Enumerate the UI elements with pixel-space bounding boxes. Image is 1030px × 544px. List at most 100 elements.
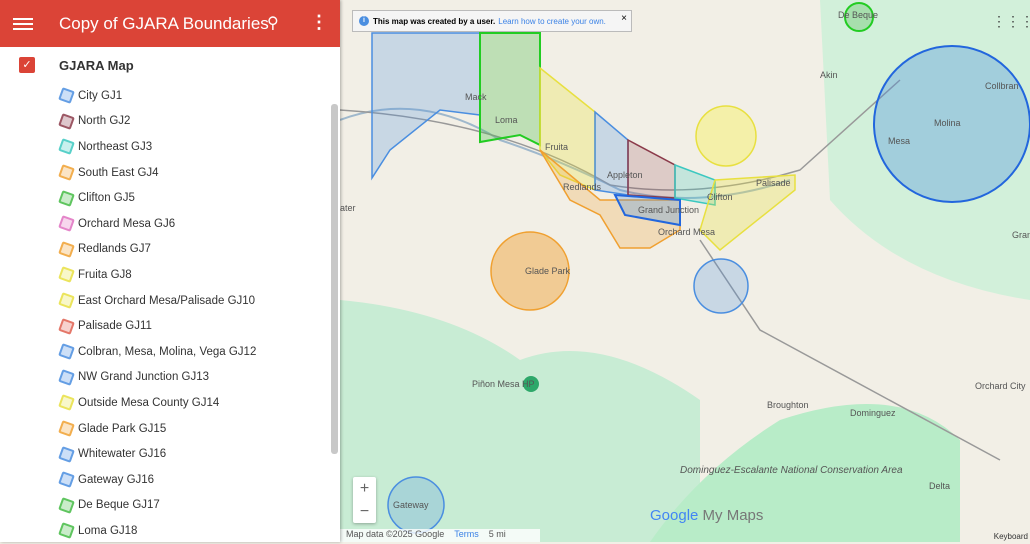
- place-label: Orchard Mesa: [658, 227, 715, 237]
- list-item-label: Gateway GJ16: [78, 473, 155, 486]
- keyboard-shortcuts-link[interactable]: Keyboard: [994, 532, 1028, 541]
- polygon-icon: [58, 266, 75, 284]
- google-logo: Google: [650, 507, 699, 524]
- list-item[interactable]: City GJ1: [0, 83, 340, 109]
- info-icon: i: [359, 16, 369, 26]
- place-label: De Beque: [838, 10, 878, 20]
- list-item[interactable]: De Beque GJ17: [0, 493, 340, 519]
- list-item-label: Fruita GJ8: [78, 268, 132, 281]
- scrollbar[interactable]: [331, 104, 338, 454]
- polygon-icon: [58, 292, 75, 309]
- polygon-icon: [58, 496, 75, 514]
- polygon-icon: [58, 343, 75, 361]
- list-item-label: Palisade GJ11: [78, 320, 152, 333]
- list-item[interactable]: Gateway GJ16: [0, 467, 340, 493]
- layer-checkbox[interactable]: ✓: [19, 57, 35, 73]
- place-label: Broughton: [767, 400, 809, 410]
- list-item[interactable]: Whitewater GJ16: [0, 441, 340, 467]
- polygon-icon: [58, 420, 75, 437]
- list-item[interactable]: Redlands GJ7: [0, 237, 340, 263]
- polygon-icon: [58, 113, 75, 130]
- place-label: Orchard City: [975, 381, 1026, 391]
- map-canvas[interactable]: De Beque Akin Mack Loma Fruita Redlands Applet…: [340, 0, 1030, 542]
- place-label: Collbran: [985, 81, 1019, 91]
- list-item-label: Glade Park GJ15: [78, 422, 167, 435]
- region-outside-mesa[interactable]: [695, 105, 757, 167]
- map-data-attribution: Map data ©2025 Google: [346, 529, 445, 539]
- layer-row: ✓ GJARA Map: [0, 47, 340, 83]
- place-label: Grand Junction: [638, 205, 699, 215]
- list-item[interactable]: South East GJ4: [0, 160, 340, 186]
- place-label: Palisade: [756, 178, 791, 188]
- list-item-label: Loma GJ18: [78, 524, 138, 537]
- notice-text: This map was created by a user.: [373, 16, 496, 26]
- terms-link[interactable]: Terms: [454, 529, 479, 542]
- polygon-icon: [58, 189, 75, 207]
- place-label: Glade Park: [525, 266, 571, 276]
- list-item[interactable]: Outside Mesa County GJ14: [0, 390, 340, 416]
- list-item[interactable]: North GJ2: [0, 109, 340, 135]
- list-item[interactable]: Clifton GJ5: [0, 185, 340, 211]
- place-label: ater: [340, 203, 356, 213]
- list-item-label: Redlands GJ7: [78, 243, 151, 256]
- scale-label: 5 mi: [488, 529, 506, 539]
- list-item-label: Outside Mesa County GJ14: [78, 396, 220, 409]
- region-loma[interactable]: [479, 32, 541, 147]
- zoom-in-button[interactable]: +: [353, 477, 376, 500]
- close-icon[interactable]: ×: [621, 13, 627, 24]
- attribution-bar: Map data ©2025 Google Terms 5 mi: [340, 529, 540, 542]
- list-item[interactable]: NW Grand Junction GJ13: [0, 365, 340, 391]
- user-map-notice: i This map was created by a user. Learn …: [352, 10, 632, 32]
- list-item-label: De Beque GJ17: [78, 499, 160, 512]
- list-item-label: Whitewater GJ16: [78, 448, 167, 461]
- list-item[interactable]: Fruita GJ8: [0, 262, 340, 288]
- apps-grid-icon[interactable]: ⋮⋮⋮: [992, 13, 1030, 30]
- list-item[interactable]: Palisade GJ11: [0, 313, 340, 339]
- more-vert-icon[interactable]: ⋮: [310, 12, 328, 33]
- list-item[interactable]: Northeast GJ3: [0, 134, 340, 160]
- list-item[interactable]: Colbran, Mesa, Molina, Vega GJ12: [0, 339, 340, 365]
- polygon-icon: [58, 87, 75, 105]
- place-label: Dominguez-Escalante National Conservatio…: [680, 465, 903, 476]
- place-label: Gateway: [393, 500, 429, 510]
- side-panel: Copy of GJARA Boundaries ⚲ ⋮ ✓ GJARA Map…: [0, 0, 340, 542]
- polygon-icon: [58, 522, 75, 540]
- list-item[interactable]: Orchard Mesa GJ6: [0, 211, 340, 237]
- list-item[interactable]: Loma GJ18: [0, 518, 340, 544]
- place-label: Molina: [934, 118, 961, 128]
- hamburger-icon[interactable]: [13, 15, 33, 33]
- place-label: Appleton: [607, 170, 643, 180]
- list-item-label: Clifton GJ5: [78, 192, 135, 205]
- feature-list: City GJ1 North GJ2 Northeast GJ3 South East…: [0, 83, 340, 544]
- place-label: Dominguez: [850, 408, 896, 418]
- list-item-label: Orchard Mesa GJ6: [78, 217, 176, 230]
- learn-link[interactable]: Learn how to create your own.: [498, 17, 606, 26]
- layer-name: GJARA Map: [59, 57, 134, 73]
- zoom-out-button[interactable]: −: [353, 500, 376, 523]
- list-item[interactable]: East Orchard Mesa/Palisade GJ10: [0, 288, 340, 314]
- polygon-icon: [58, 241, 75, 258]
- place-label: Mesa: [888, 136, 910, 146]
- place-label: Fruita: [545, 142, 568, 152]
- list-item-label: NW Grand Junction GJ13: [78, 371, 210, 384]
- polygon-icon: [58, 138, 75, 156]
- place-label: Loma: [495, 115, 518, 125]
- region-whitewater[interactable]: [693, 258, 749, 314]
- panel-header: Copy of GJARA Boundaries ⚲ ⋮: [0, 0, 340, 47]
- list-item-label: Northeast GJ3: [78, 140, 153, 153]
- polygon-icon: [58, 317, 75, 335]
- place-label: Clifton: [707, 192, 733, 202]
- zoom-control: + −: [353, 477, 376, 523]
- place-label: Delta: [929, 481, 950, 491]
- polygon-icon: [58, 471, 75, 489]
- polygon-icon: [58, 445, 75, 463]
- search-icon[interactable]: ⚲: [267, 13, 279, 33]
- place-label: Akin: [820, 70, 838, 80]
- polygon-icon: [58, 164, 75, 181]
- place-label: Piñon Mesa HP: [472, 379, 535, 389]
- polygon-icon: [58, 368, 75, 386]
- list-item-label: Colbran, Mesa, Molina, Vega GJ12: [78, 345, 257, 358]
- list-item[interactable]: Glade Park GJ15: [0, 416, 340, 442]
- list-item-label: North GJ2: [78, 115, 131, 128]
- place-label: Grand Mesa: [1012, 230, 1030, 240]
